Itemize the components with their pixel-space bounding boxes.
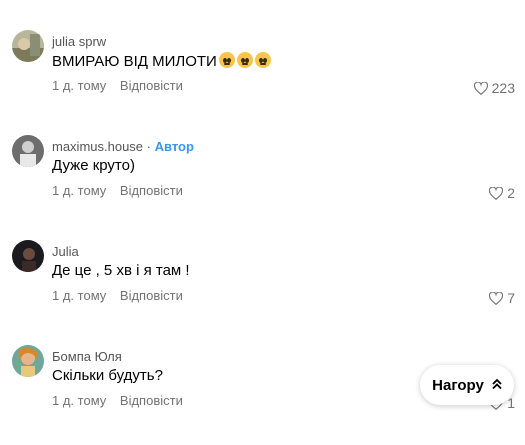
comment-time: 1 д. тому: [52, 393, 107, 408]
like-button[interactable]: 223: [473, 80, 515, 96]
crying-face-icon: [218, 52, 235, 68]
crying-face-icon: [236, 52, 253, 68]
heart-icon[interactable]: [489, 186, 504, 200]
avatar[interactable]: [12, 135, 44, 167]
comment-username[interactable]: Julia: [52, 244, 79, 259]
comment-text: ВМИРАЮ ВІД МИЛОТИ: [52, 52, 271, 70]
double-chevron-up-icon: [492, 377, 502, 394]
like-button[interactable]: 2: [489, 185, 515, 201]
comment-item: julia sprw ВМИРАЮ ВІД МИЛОТИ 1 д. тому В…: [0, 30, 525, 130]
username-text[interactable]: Julia: [52, 244, 79, 259]
username-text[interactable]: Бомпа Юля: [52, 349, 122, 364]
username-text[interactable]: maximus.house: [52, 139, 143, 154]
reply-button[interactable]: Відповісти: [120, 78, 183, 93]
like-button[interactable]: 7: [489, 290, 515, 306]
like-count: 223: [491, 80, 515, 96]
comment-item: maximus.house · Автор Дуже круто) 1 д. т…: [0, 135, 525, 235]
comment-username[interactable]: Бомпа Юля: [52, 349, 122, 364]
comment-meta: 1 д. тому Відповісти: [52, 183, 183, 198]
comment-time: 1 д. тому: [52, 78, 107, 93]
comment-time: 1 д. тому: [52, 288, 107, 303]
author-badge: Автор: [154, 139, 194, 154]
heart-icon[interactable]: [473, 81, 488, 95]
avatar[interactable]: [12, 345, 44, 377]
reply-button[interactable]: Відповісти: [120, 393, 183, 408]
comment-meta: 1 д. тому Відповісти: [52, 78, 183, 93]
like-count: 7: [507, 290, 515, 306]
crying-face-icon: [254, 52, 271, 68]
comment-text: Дуже круто): [52, 157, 135, 174]
reply-button[interactable]: Відповісти: [120, 288, 183, 303]
comment-meta: 1 д. тому Відповісти: [52, 288, 183, 303]
username-text[interactable]: julia sprw: [52, 34, 106, 49]
comment-time: 1 д. тому: [52, 183, 107, 198]
comment-text: Скільки будуть?: [52, 367, 163, 384]
comment-username[interactable]: julia sprw: [52, 34, 106, 49]
avatar[interactable]: [12, 240, 44, 272]
comment-username: maximus.house · Автор: [52, 139, 194, 154]
comment-text: Де це , 5 хв і я там !: [52, 262, 190, 279]
reply-button[interactable]: Відповісти: [120, 183, 183, 198]
comment-meta: 1 д. тому Відповісти: [52, 393, 183, 408]
scroll-to-top-button[interactable]: Нагору: [420, 365, 514, 405]
avatar[interactable]: [12, 30, 44, 62]
like-count: 2: [507, 185, 515, 201]
heart-icon[interactable]: [489, 291, 504, 305]
scroll-to-top-label: Нагору: [432, 376, 484, 394]
separator-dot: ·: [146, 139, 152, 154]
comment-item: Julia Де це , 5 хв і я там ! 1 д. тому В…: [0, 240, 525, 340]
